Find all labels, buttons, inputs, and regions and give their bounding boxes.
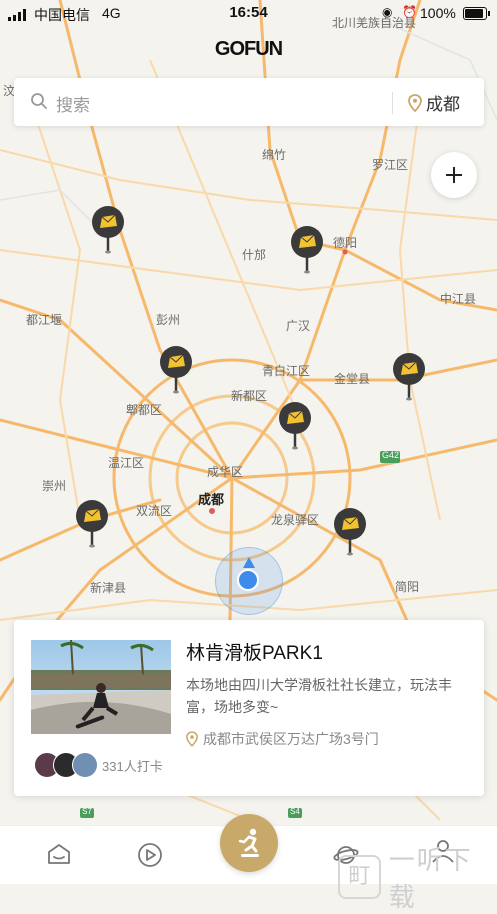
lock-rotation-icon: ◉ [382, 5, 393, 19]
tent-icon [160, 346, 192, 394]
map-label: 龙泉驿区 [271, 513, 320, 527]
tent-icon [76, 500, 108, 548]
map-label: 青白江区 [262, 364, 311, 378]
map-label: 新都区 [231, 389, 268, 403]
map-label: S4 [290, 807, 300, 816]
skate-center-button[interactable] [220, 814, 278, 872]
skatepark-image [31, 640, 171, 734]
skate-spot-pin[interactable] [290, 226, 324, 274]
search-placeholder[interactable]: 搜索 [56, 91, 90, 116]
tent-icon [393, 353, 425, 401]
map-label: S7 [82, 807, 92, 816]
search-bar[interactable]: 搜索 成都 [14, 78, 484, 126]
skate-spot-pin[interactable] [91, 206, 125, 254]
skate-spot-pin[interactable] [159, 346, 193, 394]
map-label: G42 [382, 450, 400, 460]
tent-icon [92, 206, 124, 254]
spot-card[interactable]: 林肯滑板PARK1 本场地由四川大学滑板社社长建立，玩法丰富，场地多变~ 成都市… [14, 620, 484, 796]
map-label: 都江堰 [26, 313, 63, 327]
skater-icon [238, 828, 259, 857]
location-pin-icon [186, 731, 198, 747]
location-dot [237, 569, 259, 591]
map-label: 罗江区 [372, 158, 409, 172]
home-icon[interactable] [46, 842, 72, 866]
skate-spot-pin[interactable] [392, 353, 426, 401]
map-label: 崇州 [42, 479, 67, 493]
battery-percent: 100% [420, 5, 456, 21]
skate-spot-pin[interactable] [278, 402, 312, 450]
search-divider [392, 92, 393, 114]
tent-icon [334, 508, 366, 556]
map-label: 简阳 [395, 580, 420, 594]
map-label: 郫都区 [126, 403, 163, 417]
play-icon[interactable] [137, 842, 163, 868]
alarm-icon: ⏰ [402, 5, 417, 19]
skate-spot-pin[interactable] [75, 500, 109, 548]
battery-tip [488, 11, 490, 16]
spot-address[interactable]: 成都市武侯区万达广场3号门 [186, 729, 379, 749]
map-label: 广汉 [286, 319, 311, 333]
tent-icon [291, 226, 323, 274]
tent-icon [279, 402, 311, 450]
spot-title[interactable]: 林肯滑板PARK1 [186, 638, 323, 665]
map-label: 温江区 [108, 456, 145, 470]
battery-icon [463, 7, 487, 20]
map-label: 绵竹 [262, 148, 287, 162]
search-icon [31, 93, 47, 109]
add-button[interactable] [431, 152, 477, 198]
city-selector[interactable]: 成都 [408, 90, 460, 115]
address-text: 成都市武侯区万达广场3号门 [203, 731, 379, 747]
watermark-text: 一听下载 [388, 845, 473, 912]
watermark: 町 一听下载 [338, 840, 497, 914]
spot-description: 本场地由四川大学滑板社社长建立，玩法丰富，场地多变~ [186, 677, 452, 715]
spot-photo[interactable] [31, 640, 171, 734]
map-label: 什邡 [242, 248, 267, 262]
map-label: 成华区 [207, 465, 244, 479]
map-label: 中江县 [440, 292, 477, 306]
map-label: 金堂县 [334, 372, 371, 386]
map-label: 新津县 [90, 581, 127, 595]
checkin-avatars[interactable] [34, 752, 104, 778]
map-label: 成都 [198, 492, 225, 507]
plus-icon-vertical [453, 167, 455, 183]
map-label: 双流区 [136, 504, 173, 518]
skate-spot-pin[interactable] [333, 508, 367, 556]
avatar [72, 752, 98, 778]
location-pin-icon [408, 93, 422, 112]
heading-arrow [243, 557, 255, 568]
watermark-logo: 町 [338, 855, 381, 899]
status-bar: 中国电信 4G 16:54 ◉ ⏰ 100% [0, 0, 497, 28]
battery-fill [465, 9, 483, 18]
map-label: 彭州 [156, 313, 181, 327]
map-label: 德阳 [333, 236, 358, 250]
app-logo: GOFUN [214, 38, 283, 60]
checkin-count: 331人打卡 [102, 759, 163, 774]
my-location-marker [215, 547, 283, 615]
city-name[interactable]: 成都 [426, 90, 460, 115]
